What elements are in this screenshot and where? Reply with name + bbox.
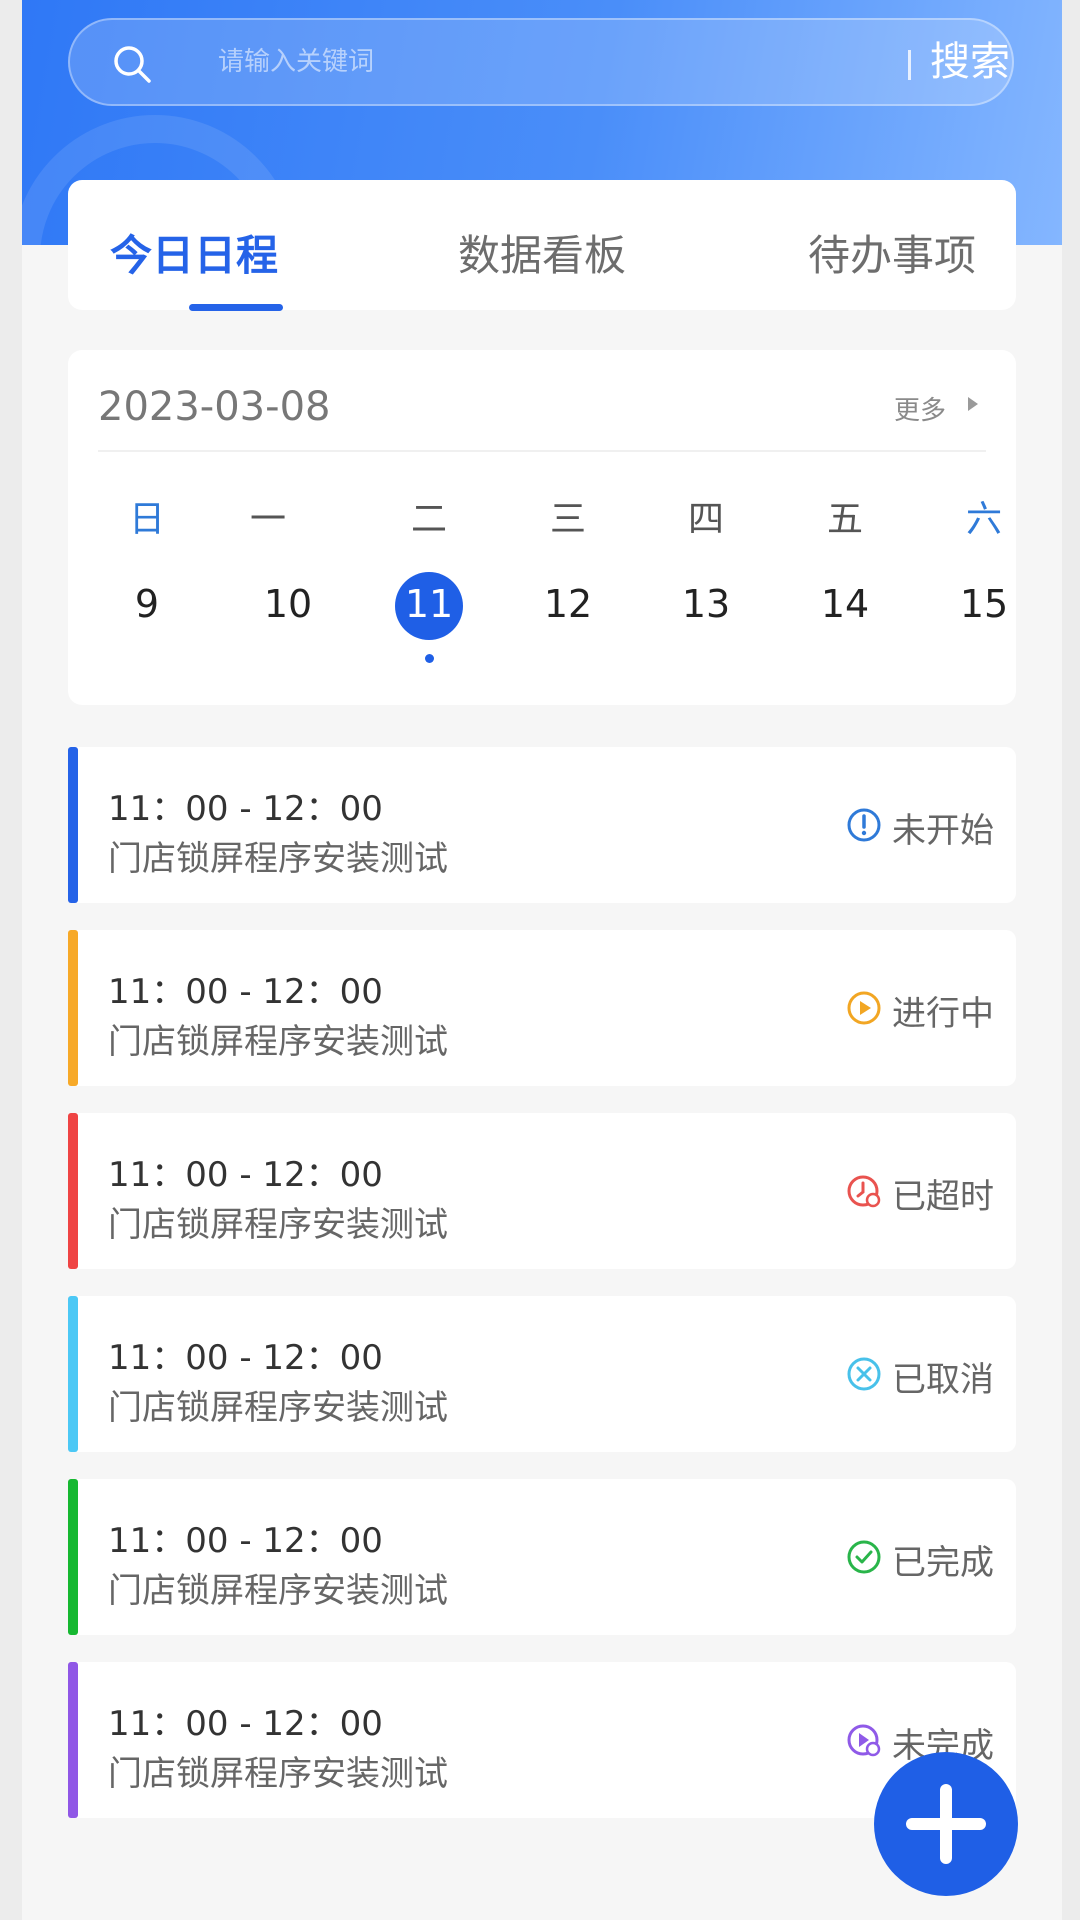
tab-data-board[interactable]: 数据看板: [458, 222, 626, 283]
status-color-bar: [68, 1479, 78, 1635]
search-button[interactable]: 搜索: [930, 20, 1010, 104]
search-bar[interactable]: 请输入关键词 搜索: [68, 18, 1014, 106]
schedule-item[interactable]: 11：00 - 12：00 门店锁屏程序安装测试 已取消: [68, 1296, 1016, 1452]
divider: [98, 450, 986, 452]
schedule-title: 门店锁屏程序安装测试: [108, 1205, 448, 1245]
weekday-thu: 四: [687, 499, 724, 540]
play-icon: [847, 991, 881, 1025]
schedule-item[interactable]: 11：00 - 12：00 门店锁屏程序安装测试 进行中: [68, 930, 1016, 1086]
schedule-title: 门店锁屏程序安装测试: [108, 1571, 448, 1611]
calendar-date: 2023-03-08: [98, 384, 331, 430]
search-icon: [114, 46, 151, 83]
tab-today-schedule[interactable]: 今日日程: [110, 222, 278, 283]
status-label: 未开始: [892, 811, 994, 851]
status-color-bar: [68, 1113, 78, 1269]
add-schedule-button[interactable]: [874, 1752, 1018, 1896]
search-divider: [908, 50, 911, 80]
weekday-sat: 六: [965, 499, 1002, 540]
status-label: 已取消: [892, 1360, 994, 1400]
schedule-title: 门店锁屏程序安装测试: [108, 839, 448, 879]
schedule-title: 门店锁屏程序安装测试: [108, 1754, 448, 1794]
schedule-time: 11：00 - 12：00: [108, 1521, 383, 1561]
schedule-item[interactable]: 11：00 - 12：00 门店锁屏程序安装测试 未完成: [68, 1662, 1016, 1818]
app-screen: 请输入关键词 搜索 今日日程 数据看板 待办事项 2023-03-08 更多 日…: [22, 0, 1062, 1920]
schedule-time: 11：00 - 12：00: [108, 1338, 383, 1378]
status-color-bar: [68, 747, 78, 903]
unfinished-icon: [847, 1724, 881, 1757]
weekday-mon: 一: [249, 499, 286, 540]
event-dot: [425, 654, 434, 663]
schedule-title: 门店锁屏程序安装测试: [108, 1022, 448, 1062]
schedule-title: 门店锁屏程序安装测试: [108, 1388, 448, 1428]
weekday-tue: 二: [410, 499, 447, 540]
check-icon: [847, 1540, 881, 1574]
status-color-bar: [68, 1296, 78, 1452]
calendar-card: 2023-03-08 更多 日 一 二 三 四 五 六 9 10 11 12 1…: [68, 350, 1016, 705]
clock-icon: [847, 1175, 881, 1208]
weekday-wed: 三: [549, 499, 586, 540]
exclamation-icon: [847, 808, 881, 842]
active-tab-indicator: [189, 304, 283, 311]
cancel-icon: [847, 1357, 881, 1391]
more-link[interactable]: 更多: [894, 390, 946, 427]
status-color-bar: [68, 1662, 78, 1818]
status-label: 已完成: [892, 1543, 994, 1583]
status-label: 已超时: [892, 1177, 994, 1217]
day-cell[interactable]: 13: [666, 582, 746, 626]
schedule-time: 11：00 - 12：00: [108, 789, 383, 829]
schedule-item[interactable]: 11：00 - 12：00 门店锁屏程序安装测试 已超时: [68, 1113, 1016, 1269]
status-label: 进行中: [892, 994, 994, 1034]
day-cell[interactable]: 12: [528, 582, 608, 626]
plus-icon: [940, 1784, 952, 1864]
weekday-sun: 日: [128, 499, 165, 540]
tab-todo[interactable]: 待办事项: [808, 222, 976, 283]
day-cell-selected[interactable]: 11: [389, 582, 469, 626]
schedule-time: 11：00 - 12：00: [108, 1155, 383, 1195]
schedule-item[interactable]: 11：00 - 12：00 门店锁屏程序安装测试 未开始: [68, 747, 1016, 903]
schedule-time: 11：00 - 12：00: [108, 972, 383, 1012]
more-arrow-icon[interactable]: [968, 397, 978, 411]
tab-bar: 今日日程 数据看板 待办事项: [68, 180, 1016, 311]
search-input[interactable]: 请输入关键词: [218, 20, 374, 104]
day-cell[interactable]: 15: [944, 582, 1024, 626]
day-cell[interactable]: 10: [248, 582, 328, 626]
schedule-time: 11：00 - 12：00: [108, 1704, 383, 1744]
weekday-fri: 五: [826, 499, 863, 540]
day-cell[interactable]: 9: [107, 582, 187, 626]
day-cell[interactable]: 14: [805, 582, 885, 626]
status-color-bar: [68, 930, 78, 1086]
schedule-item[interactable]: 11：00 - 12：00 门店锁屏程序安装测试 已完成: [68, 1479, 1016, 1635]
